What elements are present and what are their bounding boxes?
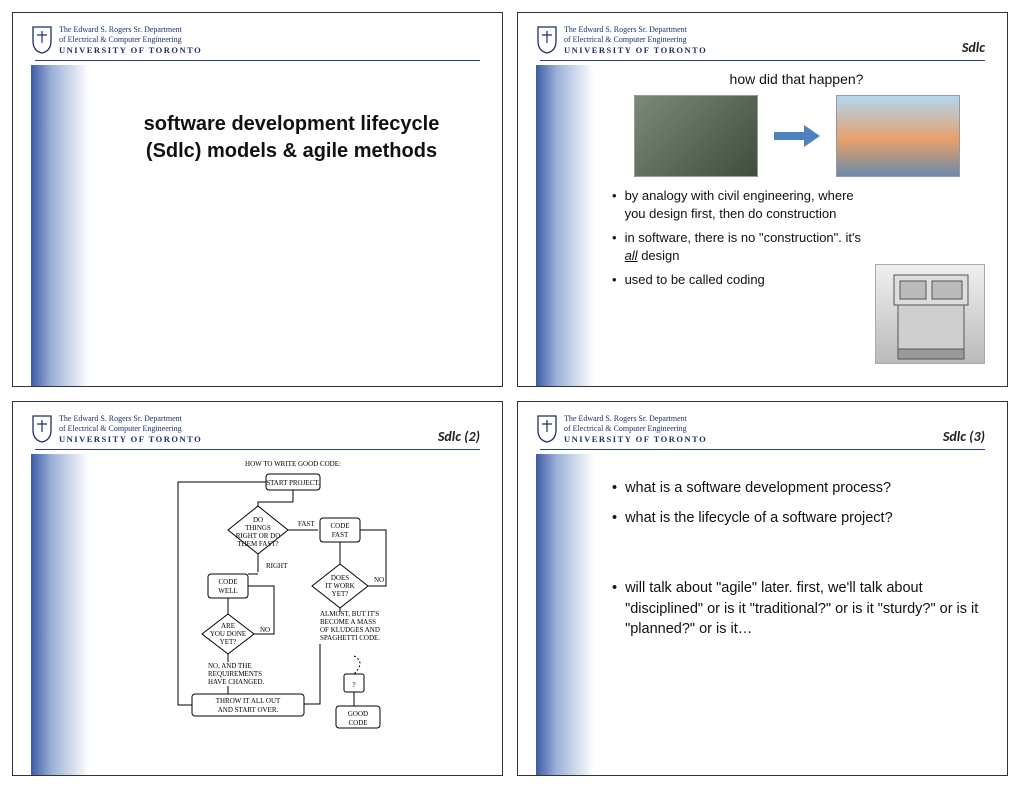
bridge-image: [836, 95, 960, 177]
slide-header: The Edward S. Rogers Sr. Department of E…: [13, 402, 502, 449]
corner-label: Sdlc (3): [943, 428, 985, 445]
left-gradient-bar: [536, 454, 594, 775]
xkcd-title: HOW TO WRITE GOOD CODE:: [245, 460, 341, 468]
svg-text:BECOME A MASS: BECOME A MASS: [320, 618, 376, 626]
svg-text:OF KLUDGES AND: OF KLUDGES AND: [320, 626, 380, 634]
svg-text:THROW IT ALL OUT: THROW IT ALL OUT: [215, 697, 280, 705]
left-gradient-bar: [31, 65, 89, 386]
svg-text:DO: DO: [252, 516, 262, 524]
university-name: UNIVERSITY OF TORONTO: [59, 45, 202, 56]
svg-text:CODE: CODE: [218, 578, 237, 586]
slide-4: The Edward S. Rogers Sr. Department of E…: [517, 401, 1008, 776]
svg-text:?: ?: [352, 681, 355, 689]
dept-line-1: The Edward S. Rogers Sr. Department: [59, 25, 202, 35]
svg-text:NO: NO: [374, 576, 384, 584]
slide-header: The Edward S. Rogers Sr. Department of E…: [518, 13, 1007, 60]
university-name: UNIVERSITY OF TORONTO: [564, 434, 707, 445]
svg-text:SPAGHETTI CODE.: SPAGHETTI CODE.: [320, 634, 380, 642]
logo-text: The Edward S. Rogers Sr. Department of E…: [59, 25, 202, 56]
svg-text:ALMOST, BUT IT'S: ALMOST, BUT IT'S: [320, 610, 379, 618]
xkcd-flowchart: .t { font-family: "Comic Sans MS", cursi…: [148, 456, 438, 736]
svg-text:YET?: YET?: [331, 590, 348, 598]
bullet-list: by analogy with civil engineering, where…: [612, 187, 872, 290]
slide-3: The Edward S. Rogers Sr. Department of E…: [12, 401, 503, 776]
bullet-item: in software, there is no "construction".…: [612, 229, 872, 265]
slide-title: software development lifecycle (Sdlc) mo…: [132, 111, 452, 165]
svg-text:AND START OVER.: AND START OVER.: [217, 706, 278, 714]
dept-line-1: The Edward S. Rogers Sr. Department: [564, 414, 707, 424]
corner-label: Sdlc (2): [438, 428, 480, 445]
crest-icon: [31, 414, 53, 444]
svg-text:RIGHT OR DO: RIGHT OR DO: [235, 532, 280, 540]
dept-line-2: of Electrical & Computer Engineering: [564, 424, 707, 434]
blueprint-image: [634, 95, 758, 177]
arrow-right-icon: [774, 127, 820, 145]
university-name: UNIVERSITY OF TORONTO: [59, 434, 202, 445]
svg-text:IT WORK: IT WORK: [325, 582, 355, 590]
svg-text:ARE: ARE: [221, 622, 235, 630]
svg-text:GOOD: GOOD: [347, 710, 367, 718]
svg-text:THINGS: THINGS: [245, 524, 271, 532]
dept-line-1: The Edward S. Rogers Sr. Department: [564, 25, 707, 35]
slide-1: The Edward S. Rogers Sr. Department of E…: [12, 12, 503, 387]
dept-line-2: of Electrical & Computer Engineering: [59, 35, 202, 45]
svg-text:CODE: CODE: [348, 719, 367, 727]
crest-icon: [536, 414, 558, 444]
university-name: UNIVERSITY OF TORONTO: [564, 45, 707, 56]
svg-text:FAST: FAST: [331, 531, 348, 539]
corner-label: Sdlc: [962, 39, 985, 56]
uoft-logo: The Edward S. Rogers Sr. Department of E…: [536, 414, 707, 445]
uoft-logo: The Edward S. Rogers Sr. Department of E…: [31, 25, 202, 56]
svg-text:WELL: WELL: [218, 587, 237, 595]
svg-text:YET?: YET?: [219, 638, 236, 646]
svg-text:THEM FAST?: THEM FAST?: [237, 540, 278, 548]
bullet-item: what is the lifecycle of a software proj…: [612, 508, 981, 528]
uoft-logo: The Edward S. Rogers Sr. Department of E…: [31, 414, 202, 445]
slide-heading: how did that happen?: [612, 71, 981, 87]
bullet-item: used to be called coding: [612, 271, 872, 289]
bullet-list: will talk about "agile" later. first, we…: [612, 578, 981, 639]
svg-text:NO, AND THE: NO, AND THE: [208, 662, 252, 670]
svg-text:YOU DONE: YOU DONE: [209, 630, 245, 638]
left-gradient-bar: [536, 65, 594, 386]
svg-text:FAST: FAST: [298, 520, 315, 528]
dept-line-1: The Edward S. Rogers Sr. Department: [59, 414, 202, 424]
left-gradient-bar: [31, 454, 89, 775]
dept-line-2: of Electrical & Computer Engineering: [564, 35, 707, 45]
logo-text: The Edward S. Rogers Sr. Department of E…: [59, 414, 202, 445]
old-computer-image: [875, 264, 985, 364]
svg-text:CODE: CODE: [330, 522, 349, 530]
logo-text: The Edward S. Rogers Sr. Department of E…: [564, 25, 707, 56]
dept-line-2: of Electrical & Computer Engineering: [59, 424, 202, 434]
bullet-item: what is a software development process?: [612, 478, 981, 498]
slide-header: The Edward S. Rogers Sr. Department of E…: [518, 402, 1007, 449]
image-row: [612, 95, 981, 177]
svg-text:DOES: DOES: [330, 574, 348, 582]
slide-header: The Edward S. Rogers Sr. Department of E…: [13, 13, 502, 60]
uoft-logo: The Edward S. Rogers Sr. Department of E…: [536, 25, 707, 56]
bullet-item: will talk about "agile" later. first, we…: [612, 578, 981, 639]
svg-text:RIGHT: RIGHT: [266, 562, 288, 570]
crest-icon: [31, 25, 53, 55]
svg-text:START PROJECT.: START PROJECT.: [266, 479, 320, 487]
bullet-list: what is a software development process? …: [612, 478, 981, 529]
svg-text:HAVE CHANGED.: HAVE CHANGED.: [208, 678, 265, 686]
slide-2: The Edward S. Rogers Sr. Department of E…: [517, 12, 1008, 387]
crest-icon: [536, 25, 558, 55]
logo-text: The Edward S. Rogers Sr. Department of E…: [564, 414, 707, 445]
svg-text:REQUIREMENTS: REQUIREMENTS: [208, 670, 262, 678]
bullet-item: by analogy with civil engineering, where…: [612, 187, 872, 223]
svg-text:NO: NO: [260, 626, 270, 634]
